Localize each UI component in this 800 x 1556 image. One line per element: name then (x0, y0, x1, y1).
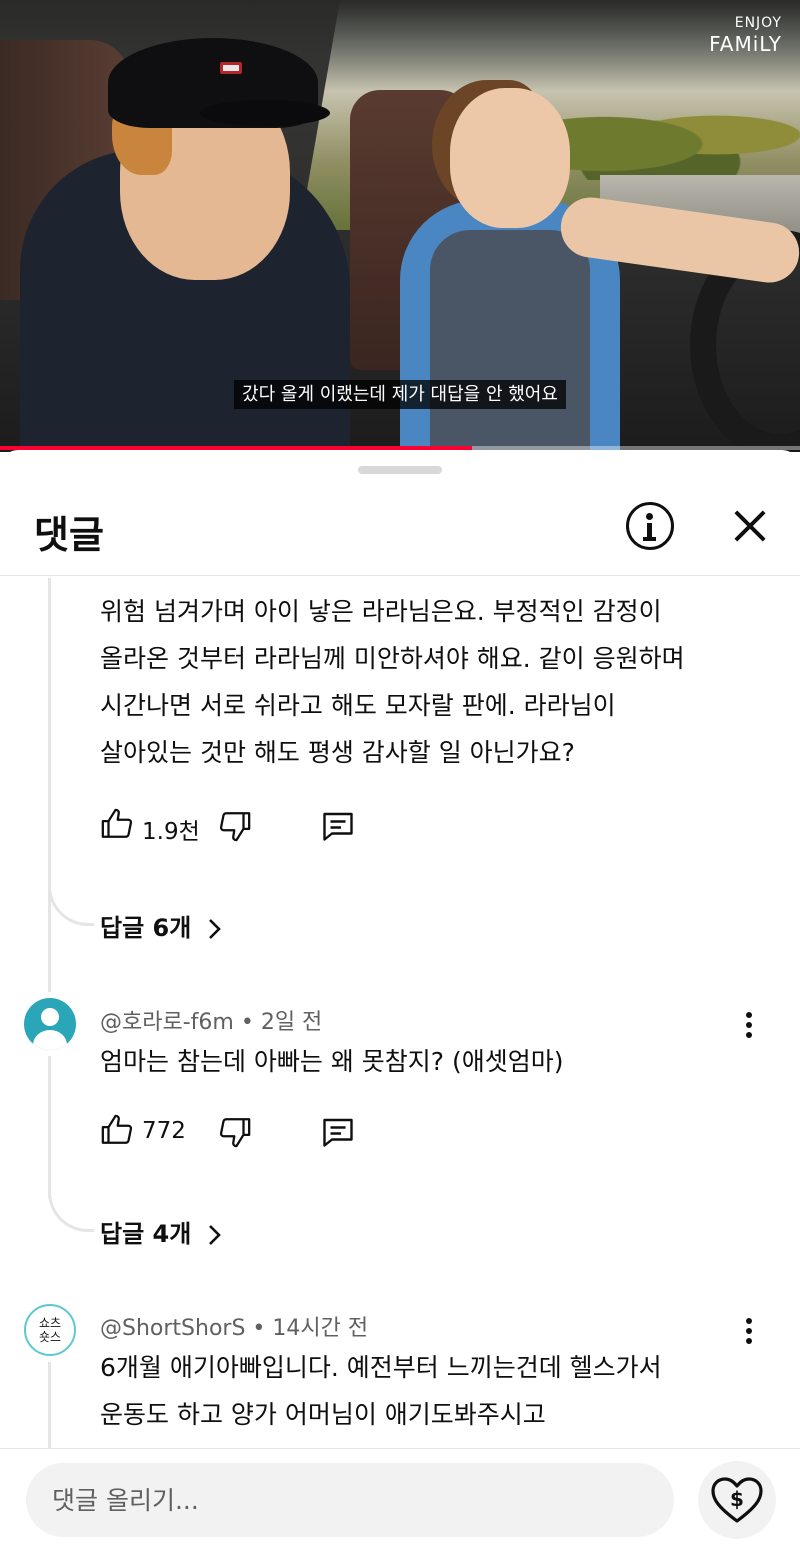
subtitle-text: 갔다 올게 이랬는데 제가 대답을 안 했어요 (234, 380, 566, 409)
video-player[interactable]: ENJOY FAMiLY 갔다 올게 이랬는데 제가 대답을 안 했어요 (0, 0, 800, 452)
comment-line: 엄마는 참는데 아빠는 왜 못참지? (애셋엄마) (100, 1047, 564, 1076)
comment-line: 살아있는 것만 해도 평생 감사할 일 아닌가요? (100, 738, 575, 767)
comment-author[interactable]: @호라로-f6m (100, 1010, 234, 1035)
replies-count: 답글 4개 (100, 1220, 192, 1248)
comment-line: 운동도 하고 양가 어머님이 애기도봐주시고 (100, 1400, 546, 1429)
thread-curve (48, 1186, 94, 1232)
super-thanks-button[interactable]: $ (698, 1461, 776, 1539)
comment-input-bar: $ (0, 1448, 800, 1556)
comment-line: 시간나면 서로 쉬라고 해도 모자랄 판에. 라라님이 (100, 691, 616, 720)
drag-handle[interactable] (358, 466, 442, 474)
svg-text:$: $ (730, 1487, 744, 1511)
reply-icon[interactable] (320, 1114, 356, 1150)
comment-time: 2일 전 (260, 1010, 323, 1035)
view-replies-button[interactable]: 답글 6개 (100, 908, 222, 943)
avatar[interactable] (24, 998, 76, 1050)
chevron-right-icon (208, 1225, 221, 1245)
dislike-icon[interactable] (218, 1114, 252, 1150)
watermark-line1: ENJOY (734, 15, 782, 31)
thread-curve (48, 880, 94, 926)
thread-line (48, 1362, 51, 1452)
comment-input[interactable] (26, 1463, 674, 1537)
like-count: 1.9천 (142, 819, 200, 845)
comment-line: 6개월 애기아빠입니다. 예전부터 느끼는건데 헬스가서 (100, 1353, 662, 1382)
watermark-line2: FAMiLY (709, 32, 782, 56)
chevron-right-icon (208, 919, 221, 939)
comments-header: 댓글 (0, 486, 800, 576)
avatar-text: 쇼츠 (38, 1316, 62, 1330)
woman-face (450, 88, 570, 228)
comment-line: 위험 넘겨가며 아이 낳은 라라님은요. 부정적인 감정이 (100, 597, 662, 626)
cap-logo (220, 62, 242, 74)
comments-sheet: 댓글 위험 넘겨가며 아이 낳은 라라님은요. 부정적인 감정이 올라온 것부터… (0, 450, 800, 1556)
comment-author[interactable]: @ShortShorS (100, 1316, 245, 1341)
like-count: 772 (142, 1118, 186, 1144)
comment-line: 올라온 것부터 라라님께 미안하셔야 해요. 같이 응원하며 (100, 644, 685, 673)
comments-title: 댓글 (34, 513, 104, 557)
channel-watermark: ENJOY FAMiLY (709, 16, 782, 54)
info-icon[interactable] (626, 502, 674, 550)
comment-actions: 772 (100, 1112, 400, 1152)
comment-meta: @호라로-f6m • 2일 전 (100, 1010, 323, 1035)
comment-text: 6개월 애기아빠입니다. 예전부터 느끼는건데 헬스가서 운동도 하고 양가 어… (100, 1344, 760, 1438)
comment-text: 위험 넘겨가며 아이 낳은 라라님은요. 부정적인 감정이 올라온 것부터 라라… (100, 588, 760, 776)
close-icon[interactable] (728, 504, 772, 548)
comment-time: 14시간 전 (272, 1316, 369, 1341)
comment-text: 엄마는 참는데 아빠는 왜 못참지? (애셋엄마) (100, 1038, 760, 1085)
man-cap-brim (200, 100, 330, 126)
view-replies-button[interactable]: 답글 4개 (100, 1214, 222, 1249)
woman-vest (430, 230, 590, 452)
comment-actions: 1.9천 (100, 806, 400, 846)
like-icon[interactable] (100, 1112, 134, 1148)
reply-icon[interactable] (320, 808, 356, 844)
comment-meta: @ShortShorS • 14시간 전 (100, 1316, 369, 1341)
avatar[interactable]: 쇼츠 숏스 (24, 1304, 76, 1356)
avatar-text: 숏스 (38, 1330, 62, 1344)
thread-line (48, 578, 51, 992)
video-subtitle: 갔다 올게 이랬는데 제가 대답을 안 했어요 (0, 380, 800, 409)
thread-line (48, 1056, 51, 1198)
like-icon[interactable] (100, 806, 134, 842)
dislike-icon[interactable] (218, 808, 252, 844)
heart-dollar-icon: $ (711, 1477, 763, 1523)
replies-count: 답글 6개 (100, 914, 192, 942)
